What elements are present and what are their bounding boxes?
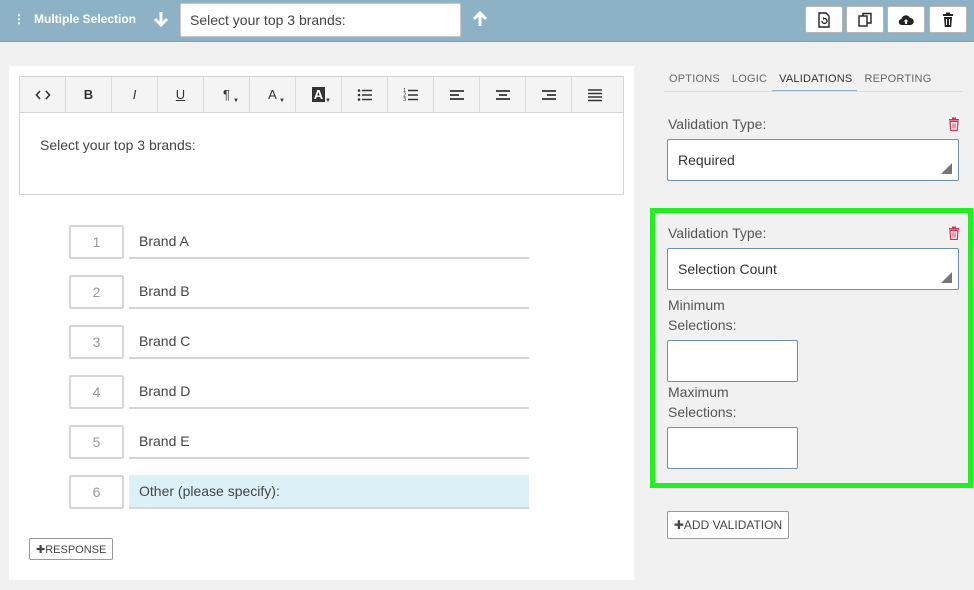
code-icon	[34, 89, 51, 100]
response-row: 4 Brand D	[69, 375, 529, 409]
underline-icon: U	[175, 87, 186, 102]
response-row: 5 Brand E	[69, 425, 529, 459]
validation-type-value: Required	[678, 152, 735, 168]
tab-logic[interactable]: LOGIC	[725, 70, 772, 92]
minimum-selections-input[interactable]	[667, 340, 798, 382]
drag-handle-icon[interactable]: ⋮	[13, 13, 25, 25]
chevron-down-icon: ▼	[279, 98, 285, 104]
bullet-list-button[interactable]	[342, 77, 388, 112]
bullet-list-icon	[357, 88, 372, 101]
paragraph-icon: ¶	[223, 87, 230, 102]
upload-button[interactable]	[887, 6, 925, 33]
response-number[interactable]: 1	[69, 225, 124, 259]
trash-icon	[943, 12, 953, 27]
response-label[interactable]: Brand A	[129, 225, 529, 259]
italic-icon: I	[132, 87, 137, 102]
justify-button[interactable]	[572, 77, 618, 112]
tab-options[interactable]: OPTIONS	[662, 70, 725, 92]
svg-text:3: 3	[403, 97, 406, 103]
settings-tabs: OPTIONS LOGIC VALIDATIONS REPORTING	[662, 70, 936, 92]
chevron-down-icon: ▼	[233, 98, 239, 104]
response-label[interactable]: Brand B	[129, 275, 529, 309]
italic-button[interactable]: I	[112, 77, 158, 112]
refresh-page-button[interactable]	[805, 6, 843, 33]
rich-text-toolbar: B I U ¶ ▼ A ▼ A ▼ 123	[19, 76, 624, 113]
align-left-icon	[449, 89, 464, 100]
response-label[interactable]: Brand E	[129, 425, 529, 459]
move-down-button[interactable]	[151, 9, 171, 29]
tab-divider	[664, 91, 962, 92]
response-number[interactable]: 6	[69, 475, 124, 509]
bold-button[interactable]: B	[66, 77, 112, 112]
response-row: 3 Brand C	[69, 325, 529, 359]
delete-validation-trash-icon[interactable]	[948, 226, 960, 240]
minimum-selections-label: Minimum	[668, 297, 725, 313]
add-response-button[interactable]: ✚RESPONSE	[29, 538, 114, 560]
font-color-icon: A	[268, 87, 277, 102]
chevron-down-icon: ▼	[325, 98, 331, 104]
paragraph-button[interactable]: ¶ ▼	[204, 77, 250, 112]
response-number[interactable]: 4	[69, 375, 124, 409]
arrow-down-icon	[153, 12, 169, 28]
align-right-icon	[541, 89, 556, 100]
maximum-selections-input[interactable]	[667, 427, 798, 469]
question-text-input[interactable]	[180, 3, 461, 37]
align-center-button[interactable]	[480, 77, 526, 112]
font-color-button[interactable]: A ▼	[250, 77, 296, 112]
cloud-upload-icon	[898, 14, 914, 25]
response-row: 6 Other (please specify):	[69, 475, 529, 509]
copy-button[interactable]	[846, 6, 884, 33]
response-number[interactable]: 2	[69, 275, 124, 309]
align-left-button[interactable]	[434, 77, 480, 112]
background-color-icon: A	[311, 87, 326, 102]
top-bar: ⋮ Multiple Selection	[0, 0, 974, 42]
response-row: 2 Brand B	[69, 275, 529, 309]
minimum-selections-label: Selections:	[668, 317, 737, 333]
delete-question-button[interactable]	[929, 6, 967, 33]
tab-validations[interactable]: VALIDATIONS	[772, 70, 858, 92]
select-corner-icon	[941, 163, 952, 174]
response-number[interactable]: 3	[69, 325, 124, 359]
tab-reporting[interactable]: REPORTING	[857, 70, 936, 92]
numbered-list-button[interactable]: 123	[388, 77, 434, 112]
page-refresh-icon	[818, 11, 830, 28]
align-center-icon	[495, 89, 510, 100]
bold-icon: B	[83, 87, 94, 102]
code-view-button[interactable]	[20, 77, 66, 112]
validation-type-select[interactable]: Required	[667, 139, 959, 181]
response-label-other[interactable]: Other (please specify):	[129, 475, 529, 509]
validation-type-label: Validation Type:	[668, 225, 767, 241]
move-up-button[interactable]	[470, 9, 490, 29]
question-editor-panel: B I U ¶ ▼ A ▼ A ▼ 123 Select your top 3 bra…	[9, 66, 634, 580]
maximum-selections-label: Selections:	[668, 404, 737, 420]
response-label[interactable]: Brand C	[129, 325, 529, 359]
background-color-button[interactable]: A ▼	[296, 77, 342, 112]
question-type[interactable]: ⋮ Multiple Selection	[13, 12, 136, 26]
response-label[interactable]: Brand D	[129, 375, 529, 409]
numbered-list-icon: 123	[403, 88, 418, 103]
arrow-up-icon	[472, 10, 488, 26]
validation-type-label: Validation Type:	[668, 116, 767, 132]
response-number[interactable]: 5	[69, 425, 124, 459]
question-text-editor[interactable]: Select your top 3 brands:	[19, 113, 624, 195]
response-row: 1 Brand A	[69, 225, 529, 259]
justify-icon	[588, 88, 602, 101]
underline-button[interactable]: U	[158, 77, 204, 112]
validation-type-select[interactable]: Selection Count	[667, 248, 959, 290]
maximum-selections-label: Maximum	[668, 384, 729, 400]
question-type-label: Multiple Selection	[34, 12, 137, 26]
select-corner-icon	[941, 272, 952, 283]
add-validation-button[interactable]: ✚ADD VALIDATION	[667, 511, 789, 539]
copy-icon	[858, 12, 872, 27]
align-right-button[interactable]	[526, 77, 572, 112]
validation-type-value: Selection Count	[678, 261, 777, 277]
delete-validation-trash-icon[interactable]	[948, 117, 960, 131]
